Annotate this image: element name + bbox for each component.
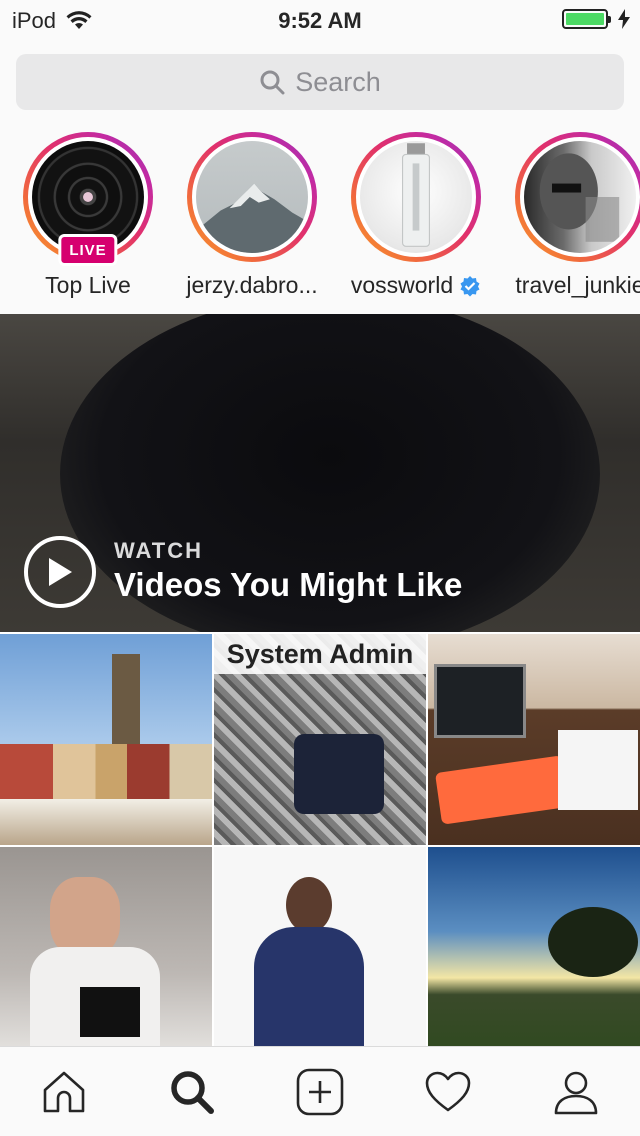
live-badge: LIVE xyxy=(58,234,118,266)
story-label: travel_junkie xyxy=(515,272,640,298)
explore-grid: System Admin xyxy=(0,634,640,1058)
search-icon xyxy=(260,70,285,95)
story-ring xyxy=(515,132,640,262)
grid-tile-system-admin[interactable]: System Admin xyxy=(214,634,426,845)
story-avatar-bottle xyxy=(360,141,472,253)
search-input[interactable]: Search xyxy=(16,54,624,110)
profile-icon xyxy=(554,1071,598,1115)
tab-activity[interactable] xyxy=(423,1067,473,1117)
grid-tile-man-suit[interactable] xyxy=(214,847,426,1058)
play-icon xyxy=(49,558,72,586)
status-bar: iPod 9:52 AM xyxy=(0,0,640,40)
charging-icon xyxy=(618,9,630,29)
search-placeholder: Search xyxy=(295,66,381,97)
battery-fill xyxy=(566,13,604,25)
tab-profile[interactable] xyxy=(551,1067,601,1117)
grid-tile-sunset-tree[interactable] xyxy=(428,847,640,1058)
watch-label: WATCH xyxy=(114,538,204,563)
heart-icon xyxy=(425,1071,471,1112)
story-label: Top Live xyxy=(45,272,131,298)
story-label: jerzy.dabro... xyxy=(186,272,318,298)
verified-badge-icon xyxy=(460,275,480,296)
video-title: Videos You Might Like xyxy=(114,566,463,603)
video-banner[interactable]: WATCH Videos You Might Like xyxy=(0,314,640,632)
grid-tile-town-square[interactable] xyxy=(0,634,212,845)
grid-tile-woman-portrait[interactable] xyxy=(0,847,212,1058)
stories-tray: LIVE Top Live jerzy.dabro... vossworld t… xyxy=(0,118,640,314)
home-icon xyxy=(43,1071,85,1113)
story-ring xyxy=(351,132,481,262)
status-right xyxy=(562,9,630,29)
story-ring xyxy=(187,132,317,262)
tab-bar xyxy=(0,1046,640,1136)
story-travel-junkie[interactable]: travel_junkie xyxy=(504,132,640,299)
story-top-live[interactable]: LIVE Top Live xyxy=(12,132,164,299)
story-label: vossworld xyxy=(340,272,492,299)
story-jerzy[interactable]: jerzy.dabro... xyxy=(176,132,328,299)
tab-search[interactable] xyxy=(167,1067,217,1117)
grid-tile-laptop-desk[interactable] xyxy=(428,634,640,845)
search-area: Search xyxy=(0,40,640,118)
play-button[interactable] xyxy=(24,536,96,608)
tab-new-post[interactable] xyxy=(295,1067,345,1117)
battery-icon xyxy=(562,9,611,29)
search-icon xyxy=(171,1071,214,1114)
tile-caption: System Admin xyxy=(214,634,426,674)
tab-home[interactable] xyxy=(39,1067,89,1117)
story-avatar-portrait xyxy=(524,141,636,253)
add-icon xyxy=(296,1068,344,1116)
story-vossworld[interactable]: vossworld xyxy=(340,132,492,299)
story-avatar-mountain xyxy=(196,141,308,253)
status-time: 9:52 AM xyxy=(278,8,362,33)
